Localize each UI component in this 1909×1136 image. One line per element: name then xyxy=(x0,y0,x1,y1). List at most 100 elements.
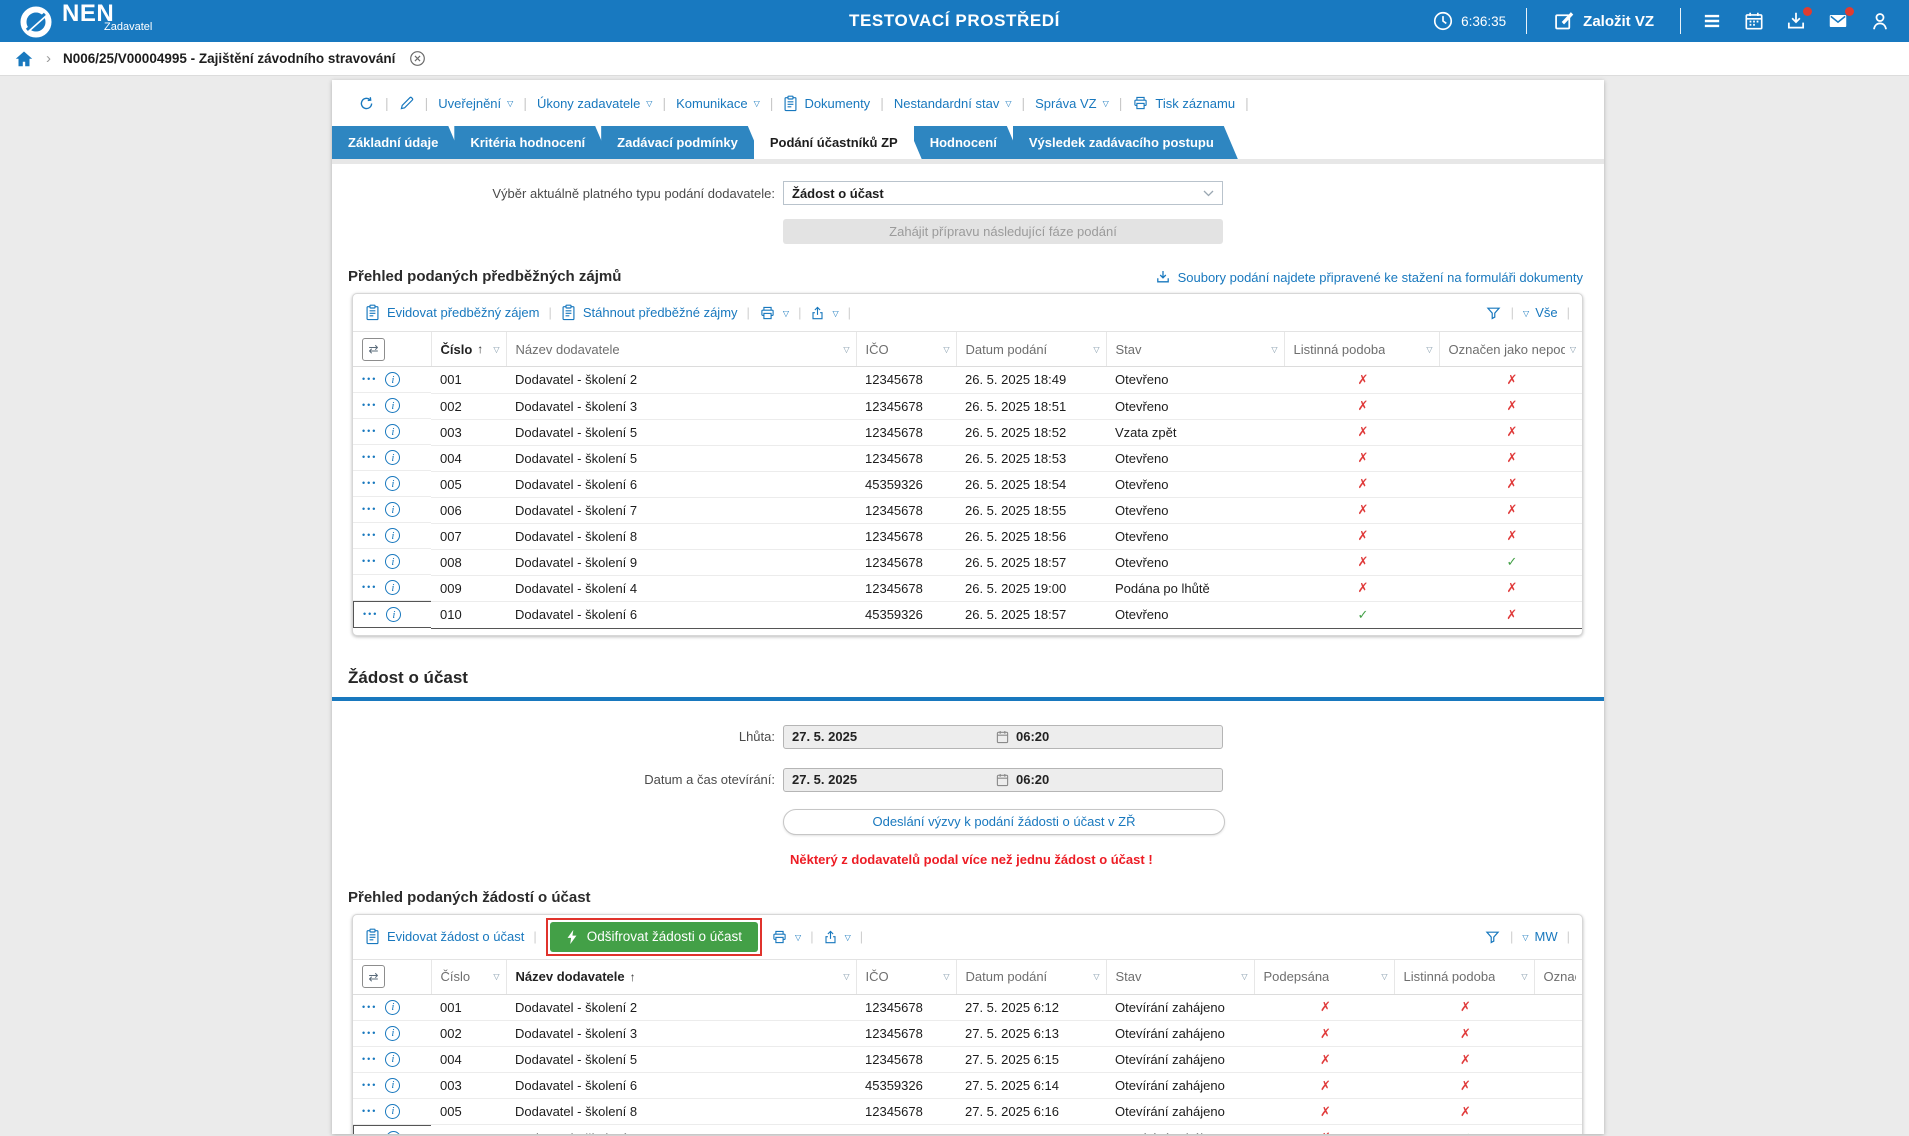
row-info-icon[interactable]: i xyxy=(385,1000,400,1015)
row-menu-icon[interactable]: ••• xyxy=(362,531,377,540)
column-header--slo[interactable]: Číslo▽ xyxy=(431,959,506,994)
mail-icon[interactable] xyxy=(1827,10,1849,32)
column-header-stav[interactable]: Stav▽ xyxy=(1106,332,1284,367)
caret-down-icon[interactable]: ▽ xyxy=(1271,345,1277,354)
toolbar-icon-button[interactable] xyxy=(348,95,385,112)
export-menu-button[interactable]: ▽ xyxy=(823,929,851,945)
opening-input[interactable]: 27. 5. 2025 06:20 xyxy=(783,768,1223,792)
table-row[interactable]: •••i002Dodavatel - školení 31234567826. … xyxy=(353,393,1582,419)
column-header-datum-pod-n-[interactable]: Datum podání▽ xyxy=(956,959,1106,994)
row-info-icon[interactable]: i xyxy=(385,580,400,595)
caret-down-icon[interactable]: ▽ xyxy=(832,310,838,318)
caret-down-icon[interactable]: ▽ xyxy=(1521,972,1527,981)
row-menu-icon[interactable]: ••• xyxy=(362,505,377,514)
column-header-i-o[interactable]: IČO▽ xyxy=(856,959,956,994)
caret-down-icon[interactable]: ▽ xyxy=(843,345,849,354)
row-menu-icon[interactable]: ••• xyxy=(362,1107,377,1116)
row-info-icon[interactable]: i xyxy=(385,372,400,387)
toolbar-item-uve-ejn-n-[interactable]: Uveřejnění▽ xyxy=(428,96,523,111)
row-info-icon[interactable]: i xyxy=(385,450,400,465)
row-menu-icon[interactable]: ••• xyxy=(362,583,377,592)
calendar-icon[interactable] xyxy=(1743,10,1765,32)
column-header-ozna-[interactable]: Označ xyxy=(1534,959,1582,994)
start-next-phase-button[interactable]: Zahájit přípravu následující fáze podání xyxy=(783,219,1223,244)
table-row[interactable]: •••i003Dodavatel - školení 51234567826. … xyxy=(353,419,1582,445)
toolbar-item-tisk-z-znamu[interactable]: Tisk záznamu xyxy=(1122,95,1245,111)
caret-down-icon[interactable]: ▽ xyxy=(1523,310,1529,318)
row-info-icon[interactable]: i xyxy=(385,398,400,413)
tab-pod-n-astn-k-zp[interactable]: Podání účastníků ZP xyxy=(754,126,922,159)
row-menu-icon[interactable]: ••• xyxy=(362,557,377,566)
table-row[interactable]: •••i005Dodavatel - školení 81234567827. … xyxy=(353,1099,1582,1125)
table-row[interactable]: •••i006Dodavatel - školení 71234567826. … xyxy=(353,497,1582,523)
column-header-n-zev-dodavatele[interactable]: Název dodavatele▽ xyxy=(506,332,856,367)
export-menu-button[interactable]: ▽ xyxy=(810,305,838,321)
row-menu-icon[interactable]: ••• xyxy=(363,610,378,619)
menu-icon[interactable] xyxy=(1701,10,1723,32)
row-menu-icon[interactable]: ••• xyxy=(362,1081,377,1090)
table-row[interactable]: •••i001Dodavatel - školení 21234567826. … xyxy=(353,367,1582,394)
caret-down-icon[interactable]: ▽ xyxy=(1241,972,1247,981)
caret-down-icon[interactable]: ▽ xyxy=(493,345,499,354)
row-info-icon[interactable]: i xyxy=(385,554,400,569)
table-row[interactable]: •••i005Dodavatel - školení 64535932626. … xyxy=(353,471,1582,497)
tab-v-sledek-zad-vac-ho-postupu[interactable]: Výsledek zadávacího postupu xyxy=(1013,126,1238,159)
decrypt-requests-button[interactable]: Odšifrovat žádosti o účast xyxy=(550,922,758,952)
row-info-icon[interactable]: i xyxy=(385,424,400,439)
row-menu-icon[interactable]: ••• xyxy=(362,453,377,462)
column-header-ozna-en-jako-nepodan-[interactable]: Označen jako nepodaný▽ xyxy=(1439,332,1582,367)
toolbar-icon-button[interactable] xyxy=(389,95,425,111)
row-menu-icon[interactable]: ••• xyxy=(362,401,377,410)
row-menu-icon[interactable]: ••• xyxy=(362,1003,377,1012)
download-interests-link[interactable]: Stáhnout předběžné zájmy xyxy=(561,304,738,321)
toolbar-item--kony-zadavatele[interactable]: Úkony zadavatele▽ xyxy=(527,96,663,111)
saved-view-selector[interactable]: ▽MW xyxy=(1522,929,1557,944)
home-icon[interactable] xyxy=(14,49,34,69)
submission-files-link[interactable]: Soubory podání najdete připravené ke sta… xyxy=(1155,269,1583,285)
column-header-stav[interactable]: Stav▽ xyxy=(1106,959,1254,994)
caret-down-icon[interactable]: ▽ xyxy=(1005,100,1011,108)
column-header-podeps-na[interactable]: Podepsána▽ xyxy=(1254,959,1394,994)
table-row[interactable]: •••i004Dodavatel - školení 51234567826. … xyxy=(353,445,1582,471)
saved-view-selector[interactable]: ▽Vše xyxy=(1523,305,1558,320)
caret-down-icon[interactable]: ▽ xyxy=(646,100,652,108)
register-request-link[interactable]: Evidovat žádost o účast xyxy=(365,928,524,945)
row-info-icon[interactable]: i xyxy=(385,528,400,543)
tab-zad-vac-podm-nky[interactable]: Zadávací podmínky xyxy=(601,126,762,159)
table-row[interactable]: •••i008Dodavatel - školení 91234567826. … xyxy=(353,549,1582,575)
column-header-i-o[interactable]: IČO▽ xyxy=(856,332,956,367)
caret-down-icon[interactable]: ▽ xyxy=(1093,345,1099,354)
caret-down-icon[interactable]: ▽ xyxy=(795,934,801,942)
row-info-icon[interactable]: i xyxy=(385,1078,400,1093)
caret-down-icon[interactable]: ▽ xyxy=(754,100,760,108)
caret-down-icon[interactable]: ▽ xyxy=(943,345,949,354)
filter-button[interactable] xyxy=(1484,929,1501,945)
caret-down-icon[interactable]: ▽ xyxy=(1381,972,1387,981)
table-row[interactable]: •••i010Dodavatel - školení 64535932626. … xyxy=(353,601,1582,628)
table-row[interactable]: •••i009Dodavatel - školení 41234567826. … xyxy=(353,575,1582,601)
caret-down-icon[interactable]: ▽ xyxy=(845,934,851,942)
row-info-icon[interactable]: i xyxy=(386,607,401,622)
row-info-icon[interactable]: i xyxy=(386,1131,401,1135)
toolbar-item-komunikace[interactable]: Komunikace▽ xyxy=(666,96,770,111)
close-record-icon[interactable] xyxy=(409,50,426,67)
column-header-n-zev-dodavatele[interactable]: Název dodavatele↑▽ xyxy=(506,959,856,994)
table-row[interactable]: •••i004Dodavatel - školení 51234567827. … xyxy=(353,1047,1582,1073)
filter-button[interactable] xyxy=(1485,305,1502,321)
tab-z-kladn-daje[interactable]: Základní údaje xyxy=(332,126,462,159)
create-vz-button[interactable]: Založit VZ xyxy=(1547,9,1660,33)
table-row[interactable]: •••i002Dodavatel - školení 31234567827. … xyxy=(353,1021,1582,1047)
toolbar-item-nestandardn-stav[interactable]: Nestandardní stav▽ xyxy=(884,96,1022,111)
caret-down-icon[interactable]: ▽ xyxy=(1103,100,1109,108)
caret-down-icon[interactable]: ▽ xyxy=(507,100,513,108)
submission-type-select[interactable]: Žádost o účast xyxy=(783,181,1223,205)
print-menu-button[interactable]: ▽ xyxy=(771,929,801,945)
downloads-icon[interactable] xyxy=(1785,10,1807,32)
row-menu-icon[interactable]: ••• xyxy=(362,1055,377,1064)
row-menu-icon[interactable]: ••• xyxy=(362,1029,377,1038)
caret-down-icon[interactable]: ▽ xyxy=(843,972,849,981)
column-settings-icon[interactable]: ⇄ xyxy=(362,965,385,988)
print-menu-button[interactable]: ▽ xyxy=(759,305,789,321)
register-interest-link[interactable]: Evidovat předběžný zájem xyxy=(365,304,539,321)
row-info-icon[interactable]: i xyxy=(385,1104,400,1119)
